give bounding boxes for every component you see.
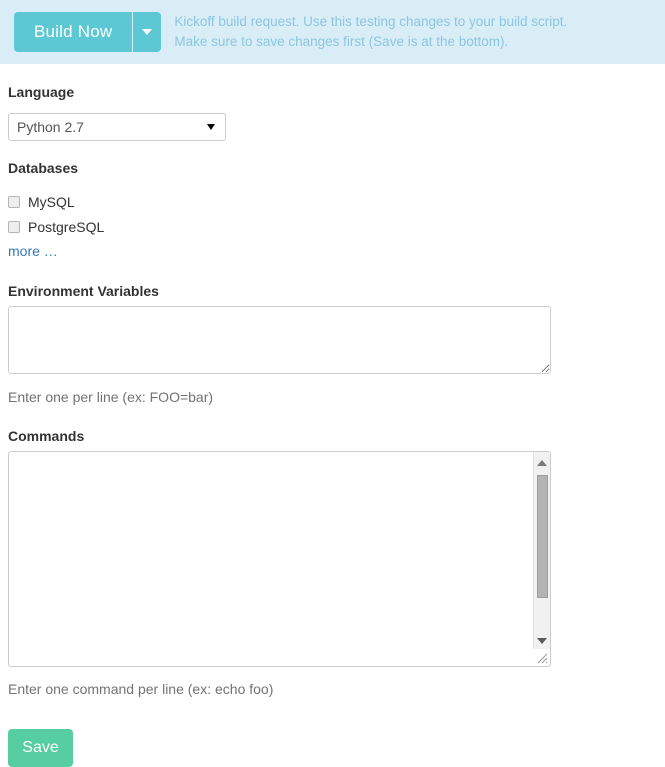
checkbox-mysql[interactable] — [8, 196, 20, 208]
caret-down-icon — [207, 124, 215, 130]
database-option-postgresql[interactable]: PostgreSQL — [8, 218, 104, 236]
environment-variables-help-text: Enter one per line (ex: FOO=bar) — [8, 389, 214, 405]
save-button[interactable]: Save — [8, 729, 73, 767]
triangle-up-icon — [537, 459, 547, 466]
databases-more-link[interactable]: more … — [8, 243, 58, 259]
database-option-mysql[interactable]: MySQL — [8, 193, 75, 211]
alert-message-line-1: Kickoff build request. Use this testing … — [174, 14, 568, 29]
caret-down-icon — [142, 29, 153, 35]
scrollbar-thumb[interactable] — [536, 475, 548, 598]
build-now-button[interactable]: Build Now — [14, 12, 133, 52]
checkbox-postgresql[interactable] — [8, 221, 20, 233]
build-settings-page: Build Now Kickoff build request. Use thi… — [0, 0, 665, 767]
triangle-down-icon — [537, 637, 547, 644]
commands-help-text: Enter one command per line (ex: echo foo… — [8, 681, 274, 697]
checkbox-label-mysql: MySQL — [28, 194, 75, 210]
build-now-alert-bar: Build Now Kickoff build request. Use thi… — [0, 0, 665, 64]
commands-field-wrapper — [8, 451, 551, 667]
build-now-button-group: Build Now — [14, 12, 162, 52]
environment-variables-textarea[interactable] — [8, 306, 551, 374]
resize-grip-icon[interactable] — [533, 649, 549, 665]
commands-scrollbar[interactable] — [533, 452, 550, 649]
databases-label: Databases — [8, 160, 79, 176]
scroll-up-arrow-icon[interactable] — [534, 454, 551, 471]
environment-variables-label: Environment Variables — [8, 283, 159, 299]
language-label: Language — [8, 84, 75, 100]
build-now-dropdown-toggle[interactable] — [132, 12, 162, 52]
alert-message: Kickoff build request. Use this testing … — [174, 12, 567, 52]
commands-textarea[interactable] — [9, 452, 533, 666]
alert-message-line-2: Make sure to save changes first (Save is… — [174, 34, 509, 49]
scroll-down-arrow-icon[interactable] — [534, 632, 551, 649]
language-select-value: Python 2.7 — [17, 119, 84, 135]
checkbox-label-postgresql: PostgreSQL — [28, 219, 105, 235]
commands-label: Commands — [8, 428, 85, 444]
language-select[interactable]: Python 2.7 — [8, 113, 226, 141]
